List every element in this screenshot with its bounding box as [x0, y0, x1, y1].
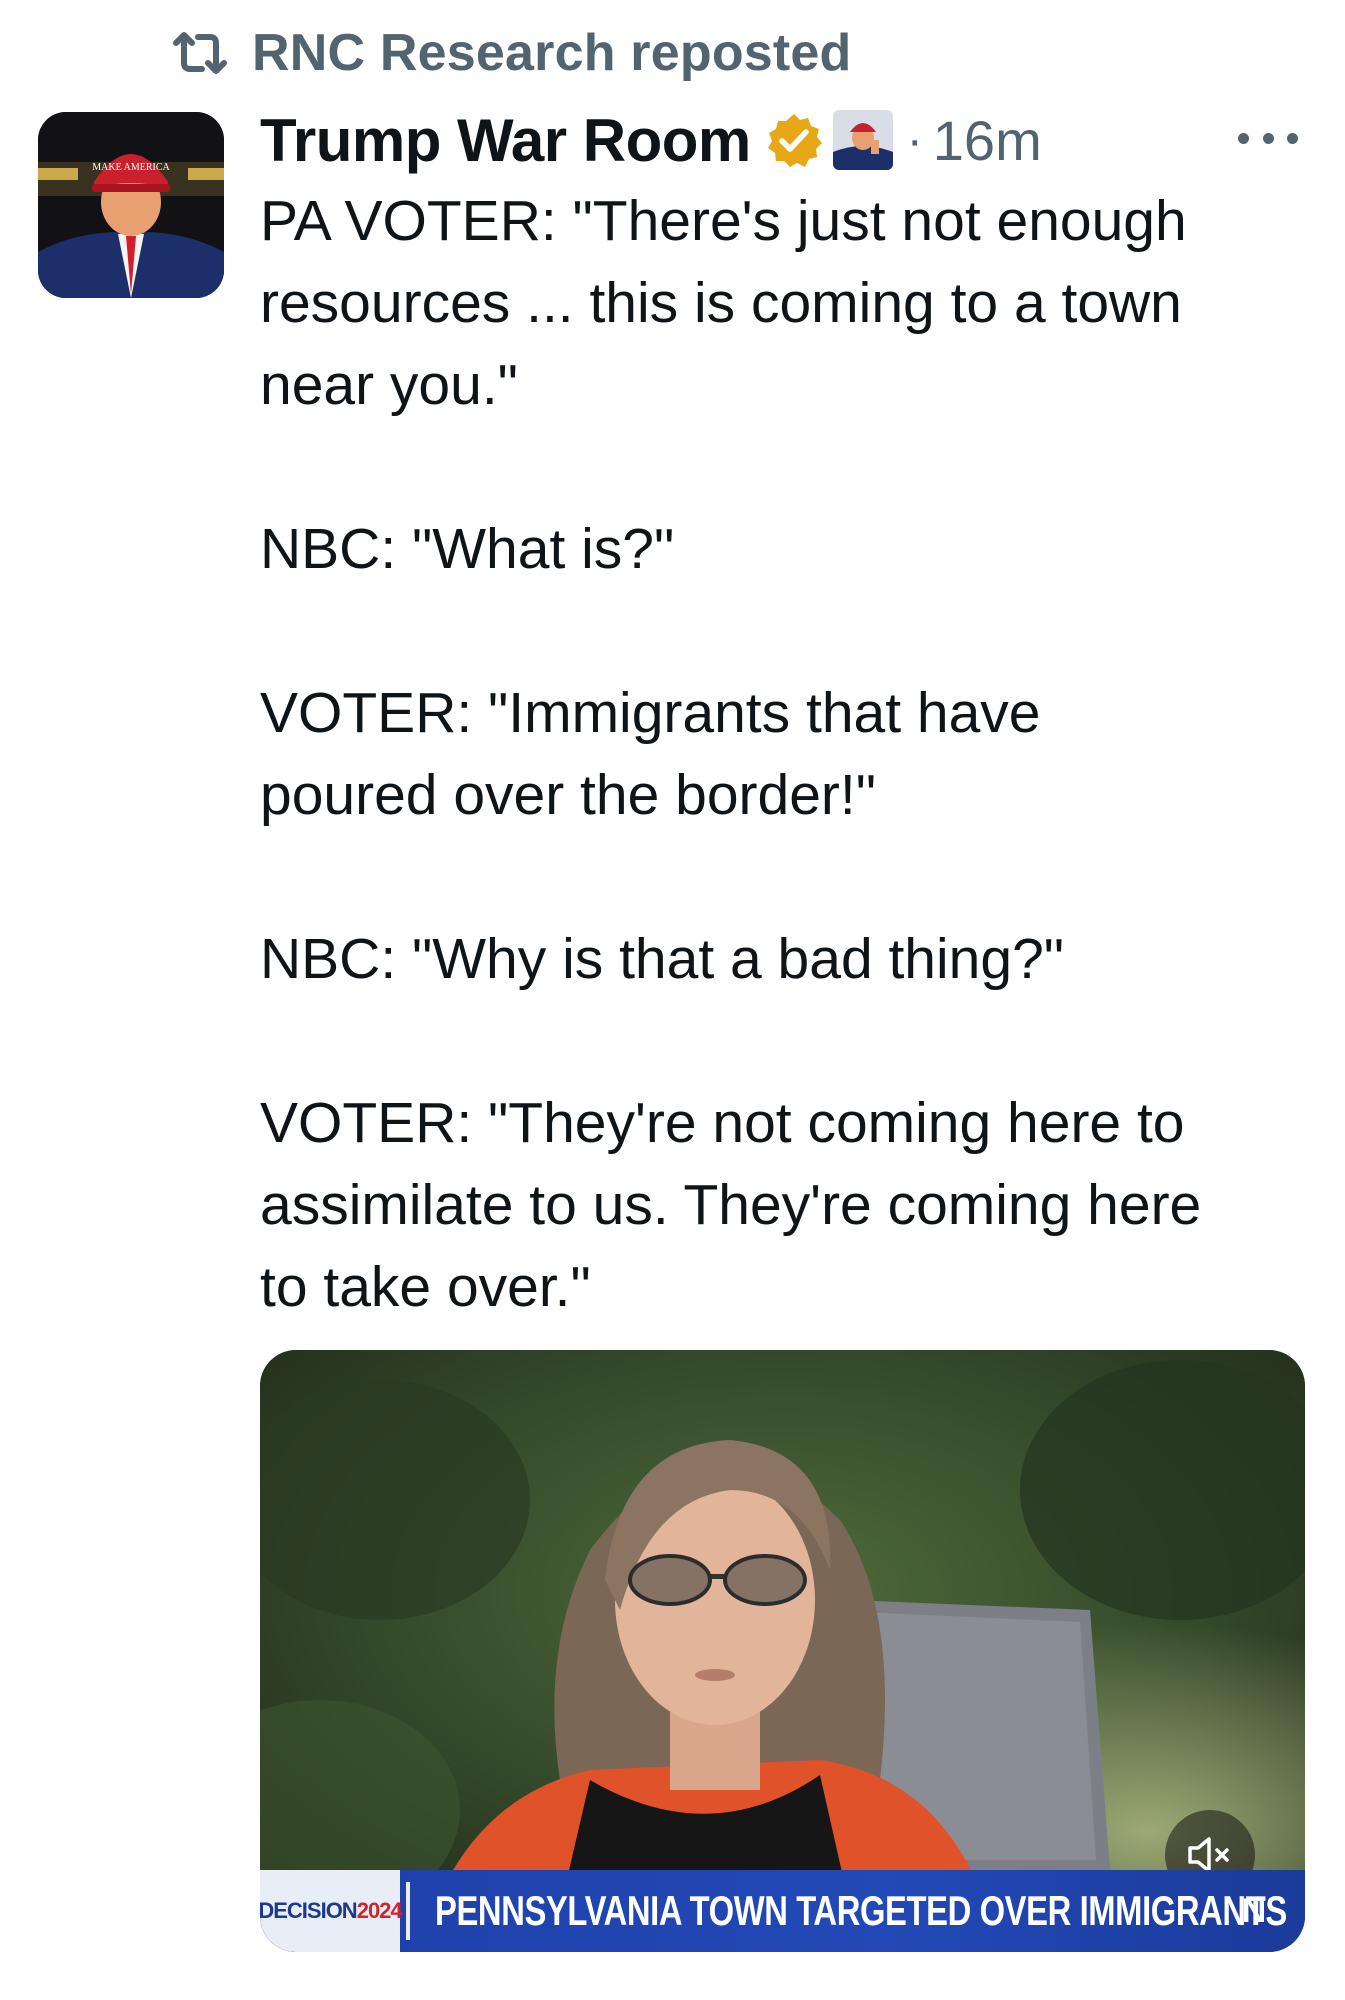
tweet-line: assimilate to us. They're coming here [260, 1173, 1202, 1237]
tweet-text: PA VOTER: "There's just not enough resou… [260, 180, 1320, 1328]
timestamp-separator: · [906, 113, 923, 167]
decision-year: 2024 [356, 1898, 403, 1923]
more-dot-icon [1287, 132, 1298, 144]
lower-third-divider [406, 1882, 410, 1940]
svg-text:MAKE AMERICA: MAKE AMERICA [92, 162, 170, 173]
author-display-name[interactable]: Trump War Room [260, 106, 751, 175]
lower-third-headline: PENNSYLVANIA TOWN TARGETED OVER IMMIGRAN… [435, 1887, 1287, 1934]
tweet-line: near you." [260, 353, 518, 417]
tweet-line: NBC: "What is?" [260, 517, 675, 581]
more-options-button[interactable] [1238, 118, 1298, 158]
video-frame [260, 1350, 1305, 1952]
repost-header[interactable]: RNC Research reposted [170, 18, 852, 88]
repost-label[interactable]: RNC Research reposted [252, 23, 852, 83]
tweet-line: resources ... this is coming to a town [260, 271, 1182, 335]
author-row: Trump War Room · 16m [260, 100, 1042, 180]
more-dot-icon [1262, 132, 1274, 144]
verified-badge-icon [767, 114, 822, 167]
avatar[interactable]: MAKE AMERICA [38, 112, 224, 298]
post-timestamp[interactable]: 16m [933, 108, 1042, 173]
tweet-line: poured over the border!" [260, 763, 876, 827]
tweet-line: VOTER: "They're not coming here to [260, 1091, 1185, 1155]
more-dot-icon [1238, 132, 1249, 144]
network-logo-icon: N [1241, 1891, 1267, 1930]
decision-2024-logo: DECISION 2024 [260, 1870, 403, 1952]
tweet-line: PA VOTER: "There's just not enough [260, 189, 1187, 253]
video-player[interactable]: DECISION 2024 PENNSYLVANIA TOWN TARGETED … [260, 1350, 1305, 1952]
tweet-line: VOTER: "Immigrants that have [260, 681, 1041, 745]
decision-label: DECISION [260, 1898, 358, 1923]
tweet-line: to take over." [260, 1255, 591, 1319]
tweet-line: NBC: "Why is that a bad thing?" [260, 927, 1065, 991]
repost-icon [173, 32, 227, 74]
news-lower-third: DECISION 2024 PENNSYLVANIA TOWN TARGETED … [260, 1870, 1305, 1952]
avatar-image: MAKE AMERICA [38, 112, 224, 298]
affiliate-avatar-icon[interactable] [832, 110, 893, 170]
